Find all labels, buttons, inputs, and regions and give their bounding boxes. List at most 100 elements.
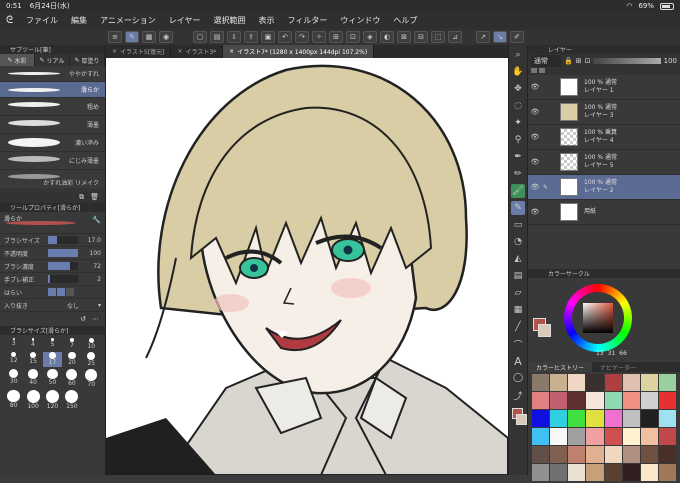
harai-option[interactable] [66,288,74,296]
layers-icon[interactable]: ▦ [142,31,156,43]
invert-icon[interactable]: ◐ [380,31,394,43]
history-color-swatch[interactable] [568,446,586,463]
history-color-swatch[interactable] [658,446,676,463]
menu-filter[interactable]: フィルター [288,15,328,26]
history-color-swatch[interactable] [622,374,640,391]
drawing-canvas[interactable] [106,58,508,475]
brush-size-option[interactable]: 5 [43,338,62,350]
settings-icon[interactable]: ✐ [510,31,524,43]
clear-icon[interactable]: ✧ [312,31,326,43]
brush-size-option[interactable]: 3 [4,338,23,350]
history-color-swatch[interactable] [532,428,550,445]
layer-row[interactable]: 👁 100 % 通常 レイヤー 3 [528,100,680,125]
prop-opacity[interactable]: 不透明度 100 [0,247,105,260]
harai-option[interactable] [57,288,65,296]
pen-icon[interactable]: ✒ [511,150,525,164]
pencil-icon[interactable]: ✏ [511,167,525,181]
transform-icon[interactable]: ⊞ [329,31,343,43]
magic-wand-icon[interactable]: ✦ [511,116,525,130]
layer-row[interactable]: 👁 100 % 通常 レイヤー 5 [528,150,680,175]
export-icon[interactable]: ⇪ [244,31,258,43]
history-color-swatch[interactable] [640,428,658,445]
history-color-swatch[interactable] [550,464,568,481]
frame-icon[interactable]: ▦ [511,303,525,317]
history-color-swatch[interactable] [550,392,568,409]
new-folder-icon[interactable] [539,68,545,73]
correction-icon[interactable]: ⤴ [511,388,525,402]
prop-irinuki[interactable]: 入り抜き なし ▾ [0,299,105,312]
eye-icon[interactable]: 👁 [528,108,542,116]
history-color-swatch[interactable] [550,428,568,445]
hand-icon[interactable]: ✋ [511,65,525,79]
slider-bar[interactable] [48,262,78,270]
history-color-swatch[interactable] [532,464,550,481]
sub-color-swatch[interactable] [516,414,527,425]
history-color-swatch[interactable] [622,428,640,445]
slider-bar[interactable] [48,236,78,244]
history-color-swatch[interactable] [532,374,550,391]
history-color-swatch[interactable] [622,446,640,463]
history-color-swatch[interactable] [622,392,640,409]
history-color-swatch[interactable] [568,464,586,481]
new-canvas-icon[interactable]: ▢ [193,31,207,43]
history-color-swatch[interactable] [586,374,604,391]
layer-row[interactable]: 👁 100 % 通常 レイヤー 1 [528,75,680,100]
history-color-swatch[interactable] [640,374,658,391]
prop-density[interactable]: ブラシ濃度 72 [0,260,105,273]
selection-icon[interactable]: ⬚ [431,31,445,43]
history-color-swatch[interactable] [640,446,658,463]
layer-row[interactable]: 👁 用紙 [528,200,680,225]
list-item[interactable]: 濃い滲み [0,134,105,152]
history-color-swatch[interactable] [568,392,586,409]
menu-selection[interactable]: 選択範囲 [214,15,246,26]
brush-size-option[interactable]: 7 [62,338,81,350]
eye-icon[interactable]: 👁 [528,83,542,91]
move-icon[interactable]: ✥ [511,82,525,96]
history-color-swatch[interactable] [586,446,604,463]
fill-icon[interactable]: ◈ [363,31,377,43]
history-color-swatch[interactable] [586,392,604,409]
open-icon[interactable]: ▤ [210,31,224,43]
brush-size-option[interactable]: 10 [82,338,101,350]
ruler-tool-icon[interactable]: ╱ [511,320,525,334]
slider-bar[interactable] [48,275,78,283]
fill-bucket-icon[interactable]: ◭ [511,252,525,266]
deselect-icon[interactable]: ⊡ [346,31,360,43]
brush-size-option[interactable]: 60 [62,369,81,388]
trash-icon[interactable]: 🗑 [90,193,99,201]
brush-size-option[interactable]: 40 [23,369,42,388]
history-color-swatch[interactable] [604,392,622,409]
brush-size-option[interactable]: 4 [23,338,42,350]
history-color-swatch[interactable] [568,374,586,391]
doc-tab-2[interactable]: × イラスト3* [171,45,224,58]
doc-tab-1[interactable]: × イラスト5[復元] [106,45,172,58]
history-color-swatch[interactable] [604,374,622,391]
history-color-swatch[interactable] [604,446,622,463]
lock-icon[interactable]: 🔒 [564,57,573,65]
history-color-swatch[interactable] [658,374,676,391]
detail-icon[interactable]: ⋯ [92,315,99,323]
list-item[interactable]: ややかすれ [0,66,105,82]
blend-icon[interactable]: ◔ [511,235,525,249]
history-color-swatch[interactable] [586,410,604,427]
history-color-swatch[interactable] [604,464,622,481]
eraser-icon[interactable]: ▭ [511,218,525,232]
history-color-swatch[interactable] [658,428,676,445]
list-item[interactable]: 滑らか [0,82,105,98]
brush-size-option[interactable]: 100 [23,389,42,410]
grid-icon[interactable]: ⊟ [414,31,428,43]
opacity-slider[interactable] [593,58,661,64]
history-color-swatch[interactable] [550,410,568,427]
ref-icon[interactable]: ⊡ [585,57,591,65]
history-color-swatch[interactable] [658,410,676,427]
history-color-swatch[interactable] [532,446,550,463]
tab-thick[interactable]: ✎ 厚塗り [70,54,105,66]
sub-color-swatch[interactable] [538,324,551,337]
irinuki-value[interactable]: なし [48,301,98,310]
brush-icon[interactable]: 🖌 [511,184,525,198]
pen-pressure-icon[interactable]: ↘ [493,31,507,43]
brush-size-option[interactable]: 17 [42,351,63,368]
tab-real[interactable]: ✎ リアル [35,54,70,66]
redo-icon[interactable]: ↷ [295,31,309,43]
doc-tab-3[interactable]: × イラスト7* (1280 x 1400px 144dpi 107.2%) [223,45,375,58]
